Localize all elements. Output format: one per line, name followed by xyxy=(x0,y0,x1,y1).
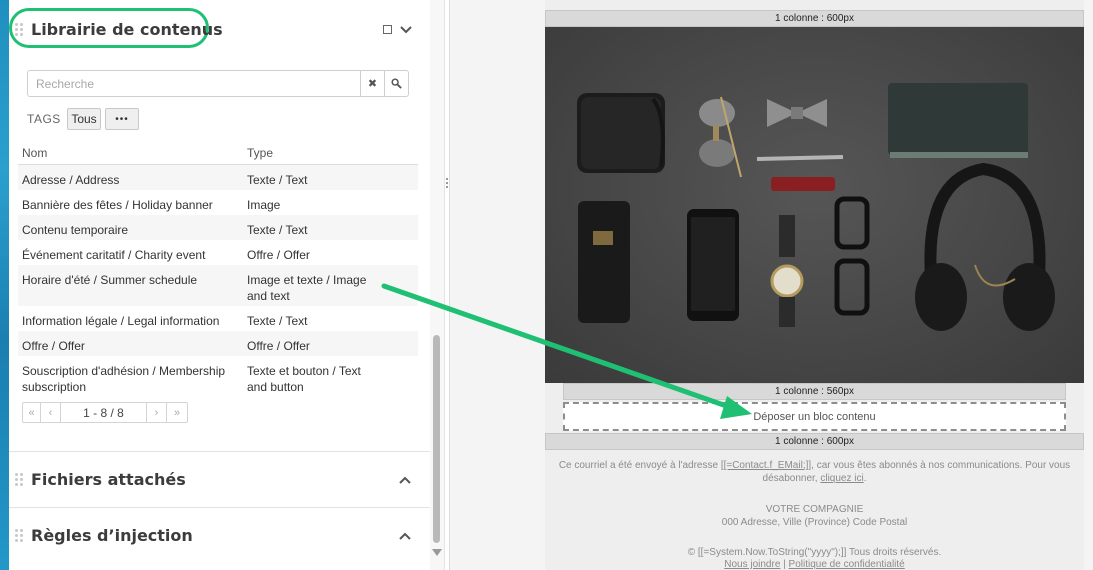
search-box: ✖ xyxy=(27,70,409,97)
column-header-type[interactable]: Type xyxy=(247,146,273,160)
table-row[interactable]: Bannière des fêtes / Holiday banner Imag… xyxy=(18,190,418,215)
footer-address: 000 Adresse, Ville (Province) Code Posta… xyxy=(721,517,908,528)
column-label-600[interactable]: 1 colonne : 600px xyxy=(545,10,1084,27)
pager-info: 1 - 8 / 8 xyxy=(61,403,147,422)
search-icon xyxy=(391,78,402,89)
drag-handle-icon[interactable] xyxy=(15,473,25,487)
scrollbar-thumb[interactable] xyxy=(433,335,440,543)
table-row[interactable]: Offre / Offer Offre / Offer xyxy=(18,331,418,356)
row-type: Texte / Text xyxy=(247,314,308,328)
row-type: Offre / Offer xyxy=(247,339,310,353)
content-dropzone[interactable]: Déposer un bloc contenu xyxy=(563,402,1066,431)
row-name: Adresse / Address xyxy=(22,173,120,187)
injection-rules-title: Règles d’injection xyxy=(31,526,193,545)
column-label-560[interactable]: 1 colonne : 560px xyxy=(563,383,1066,400)
contact-link[interactable]: Nous joindre xyxy=(724,559,780,570)
search-button[interactable] xyxy=(384,71,408,96)
clear-icon: ✖ xyxy=(367,78,378,90)
table-row[interactable]: Information légale / Legal information T… xyxy=(18,306,418,331)
footer-links: Nous joindre | Politique de confidential… xyxy=(545,558,1084,570)
content-library-section: Librairie de contenus ✖ TAGS Tous ••• No… xyxy=(9,0,430,452)
chevron-up-icon[interactable] xyxy=(398,473,412,487)
table-row[interactable]: Adresse / Address Texte / Text xyxy=(18,165,418,190)
table-row[interactable]: Souscription d'adhésion / Membership sub… xyxy=(18,356,418,397)
row-name: Souscription d'adhésion / Membership sub… xyxy=(22,364,226,394)
hero-image[interactable] xyxy=(545,27,1084,383)
scroll-down-arrow-icon[interactable] xyxy=(432,549,442,556)
maximize-icon[interactable] xyxy=(383,25,392,34)
footer-notice: Ce courriel a été envoyé à l'adresse [[=… xyxy=(549,459,1080,485)
tags-label: TAGS xyxy=(27,112,61,126)
row-type: Image et texte / Image and text xyxy=(247,273,367,303)
table-header: Nom Type xyxy=(18,141,418,165)
privacy-link[interactable]: Politique de confidentialité xyxy=(789,559,905,570)
left-panel: Librairie de contenus ✖ TAGS Tous ••• No… xyxy=(9,0,430,570)
footer-notice-end: . xyxy=(863,473,867,484)
footer-notice-text: Ce courriel a été envoyé à l'adresse xyxy=(558,460,721,471)
chevron-up-icon[interactable] xyxy=(398,529,412,543)
attachments-title: Fichiers attachés xyxy=(31,470,186,489)
injection-rules-section[interactable]: Règles d’injection xyxy=(9,508,430,570)
row-name: Horaire d'été / Summer schedule xyxy=(22,273,198,287)
pager-first-button[interactable]: « xyxy=(23,403,41,422)
row-name: Événement caritatif / Charity event xyxy=(22,248,206,262)
tag-more-button[interactable]: ••• xyxy=(105,108,139,130)
table-row[interactable]: Contenu temporaire Texte / Text xyxy=(18,215,418,240)
column-label-600-footer[interactable]: 1 colonne : 600px xyxy=(545,433,1084,450)
column-header-name[interactable]: Nom xyxy=(22,146,47,160)
pager-last-button[interactable]: » xyxy=(167,403,187,422)
panel-scrollbar[interactable] xyxy=(430,0,444,570)
row-name: Contenu temporaire xyxy=(22,223,129,237)
pager-prev-button[interactable]: ‹ xyxy=(41,403,61,422)
footer-link-separator: | xyxy=(780,559,789,570)
drag-handle-icon[interactable] xyxy=(15,23,25,37)
library-title: Librairie de contenus xyxy=(31,20,223,39)
content-table: Nom Type Adresse / Address Texte / Text … xyxy=(18,141,418,397)
tag-all-button[interactable]: Tous xyxy=(67,108,101,130)
email-editor-canvas: 1 colonne : 600px 1 colonne: 560px Dépo… xyxy=(450,0,1093,570)
row-name: Information légale / Legal information xyxy=(22,314,220,328)
drag-handle-icon[interactable] xyxy=(15,529,25,543)
table-row[interactable]: Événement caritatif / Charity event Offr… xyxy=(18,240,418,265)
table-row[interactable]: Horaire d'été / Summer schedule Image et… xyxy=(18,265,418,306)
unsubscribe-link[interactable]: cliquez ici xyxy=(820,473,863,484)
email-merge-field-link[interactable]: [[=Contact.f_EMail;]] xyxy=(721,460,811,471)
row-type: Image xyxy=(247,198,281,212)
footer-company: VOTRE COMPAGNIE xyxy=(765,504,864,515)
row-name: Offre / Offer xyxy=(22,339,85,353)
pager-next-button[interactable]: › xyxy=(147,403,167,422)
attachments-section[interactable]: Fichiers attachés xyxy=(9,452,430,508)
flatlay-photo xyxy=(577,83,1055,331)
desktop-background-strip xyxy=(0,0,9,570)
search-input[interactable] xyxy=(36,75,356,93)
chevron-down-icon[interactable] xyxy=(399,23,413,37)
row-type: Texte et bouton / Text and button xyxy=(247,364,361,394)
row-name: Bannière des fêtes / Holiday banner xyxy=(22,198,213,212)
pagination: « ‹ 1 - 8 / 8 › » xyxy=(22,402,188,423)
splitter-grip-icon xyxy=(446,178,449,190)
clear-search-button[interactable]: ✖ xyxy=(360,71,384,96)
row-type: Offre / Offer xyxy=(247,248,310,262)
row-type: Texte / Text xyxy=(247,223,308,237)
row-type: Texte / Text xyxy=(247,173,308,187)
email-preview: 1 colonne : 600px 1 colonne: 560px Dépo… xyxy=(545,0,1084,570)
